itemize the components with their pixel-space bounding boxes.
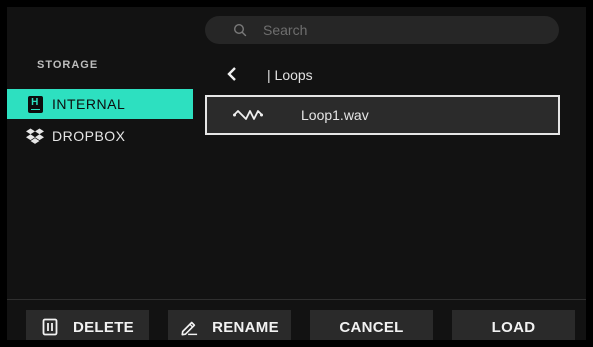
pencil-icon xyxy=(180,318,198,336)
sidebar-item-internal[interactable]: H INTERNAL xyxy=(7,89,193,119)
cancel-label: CANCEL xyxy=(339,318,404,336)
sidebar-item-label: INTERNAL xyxy=(52,96,126,112)
rename-button[interactable]: RENAME xyxy=(168,310,291,340)
file-browser-screen: Search STORAGE H INTERNAL DROPBOX | Loop… xyxy=(7,7,586,340)
dropbox-icon xyxy=(26,127,44,145)
sidebar-item-dropbox[interactable]: DROPBOX xyxy=(7,121,193,151)
file-row[interactable]: Loop1.wav xyxy=(205,95,560,135)
folder-path: | Loops xyxy=(267,67,313,83)
search-icon xyxy=(233,23,247,37)
search-placeholder: Search xyxy=(263,22,308,38)
divider xyxy=(7,299,586,300)
back-button[interactable] xyxy=(225,64,239,84)
file-name: Loop1.wav xyxy=(301,107,369,123)
delete-button[interactable]: DELETE xyxy=(26,310,149,340)
rename-label: RENAME xyxy=(212,318,279,336)
waveform-icon xyxy=(233,109,263,121)
internal-storage-icon: H xyxy=(26,95,44,113)
sidebar-item-label: DROPBOX xyxy=(52,128,126,144)
search-bar[interactable]: Search xyxy=(205,16,559,44)
trash-icon xyxy=(41,318,59,336)
load-label: LOAD xyxy=(491,318,536,336)
storage-heading: STORAGE xyxy=(37,59,99,71)
chevron-left-icon xyxy=(227,67,236,81)
load-button[interactable]: LOAD xyxy=(452,310,575,340)
delete-label: DELETE xyxy=(73,318,134,336)
cancel-button[interactable]: CANCEL xyxy=(310,310,433,340)
